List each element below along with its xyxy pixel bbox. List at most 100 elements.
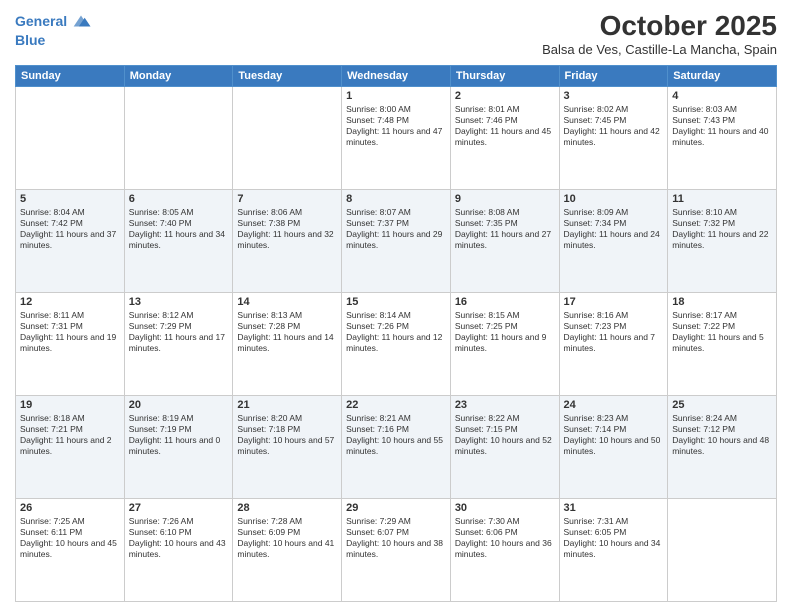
day-number: 15 <box>346 296 446 308</box>
cell-info: Sunrise: 8:18 AM Sunset: 7:21 PM Dayligh… <box>20 413 120 457</box>
calendar-cell: 22 Sunrise: 8:21 AM Sunset: 7:16 PM Dayli… <box>342 396 451 499</box>
cell-info: Sunrise: 8:01 AM Sunset: 7:46 PM Dayligh… <box>455 104 555 148</box>
day-number: 9 <box>455 193 555 205</box>
logo-text: General <box>15 13 67 30</box>
cell-info: Sunrise: 7:30 AM Sunset: 6:06 PM Dayligh… <box>455 516 555 560</box>
day-number: 30 <box>455 502 555 514</box>
location: Balsa de Ves, Castille-La Mancha, Spain <box>542 42 777 57</box>
cell-info: Sunrise: 8:13 AM Sunset: 7:28 PM Dayligh… <box>237 310 337 354</box>
calendar-cell <box>124 87 233 190</box>
day-number: 2 <box>455 90 555 102</box>
cell-info: Sunrise: 8:24 AM Sunset: 7:12 PM Dayligh… <box>672 413 772 457</box>
calendar-cell: 9 Sunrise: 8:08 AM Sunset: 7:35 PM Daylig… <box>450 190 559 293</box>
day-number: 27 <box>129 502 229 514</box>
header: General Blue October 2025 Balsa de Ves, … <box>15 10 777 57</box>
day-number: 18 <box>672 296 772 308</box>
calendar-cell: 16 Sunrise: 8:15 AM Sunset: 7:25 PM Dayli… <box>450 293 559 396</box>
cell-info: Sunrise: 8:15 AM Sunset: 7:25 PM Dayligh… <box>455 310 555 354</box>
cell-info: Sunrise: 8:10 AM Sunset: 7:32 PM Dayligh… <box>672 207 772 251</box>
calendar-cell: 12 Sunrise: 8:11 AM Sunset: 7:31 PM Dayli… <box>16 293 125 396</box>
logo: General Blue <box>15 10 92 49</box>
day-number: 22 <box>346 399 446 411</box>
cell-info: Sunrise: 8:22 AM Sunset: 7:15 PM Dayligh… <box>455 413 555 457</box>
calendar-cell: 18 Sunrise: 8:17 AM Sunset: 7:22 PM Dayli… <box>668 293 777 396</box>
cell-info: Sunrise: 7:29 AM Sunset: 6:07 PM Dayligh… <box>346 516 446 560</box>
calendar-cell: 2 Sunrise: 8:01 AM Sunset: 7:46 PM Daylig… <box>450 87 559 190</box>
cell-info: Sunrise: 7:26 AM Sunset: 6:10 PM Dayligh… <box>129 516 229 560</box>
col-thursday: Thursday <box>450 66 559 87</box>
calendar-table: Sunday Monday Tuesday Wednesday Thursday… <box>15 65 777 602</box>
cell-info: Sunrise: 8:03 AM Sunset: 7:43 PM Dayligh… <box>672 104 772 148</box>
cell-info: Sunrise: 8:11 AM Sunset: 7:31 PM Dayligh… <box>20 310 120 354</box>
day-number: 31 <box>564 502 664 514</box>
calendar-row-3: 19 Sunrise: 8:18 AM Sunset: 7:21 PM Dayli… <box>16 396 777 499</box>
day-number: 13 <box>129 296 229 308</box>
day-number: 12 <box>20 296 120 308</box>
cell-info: Sunrise: 8:12 AM Sunset: 7:29 PM Dayligh… <box>129 310 229 354</box>
calendar-cell <box>668 499 777 602</box>
calendar-cell: 23 Sunrise: 8:22 AM Sunset: 7:15 PM Dayli… <box>450 396 559 499</box>
day-number: 28 <box>237 502 337 514</box>
calendar-cell: 30 Sunrise: 7:30 AM Sunset: 6:06 PM Dayli… <box>450 499 559 602</box>
cell-info: Sunrise: 8:05 AM Sunset: 7:40 PM Dayligh… <box>129 207 229 251</box>
calendar-cell: 6 Sunrise: 8:05 AM Sunset: 7:40 PM Daylig… <box>124 190 233 293</box>
cell-info: Sunrise: 8:02 AM Sunset: 7:45 PM Dayligh… <box>564 104 664 148</box>
cell-info: Sunrise: 8:00 AM Sunset: 7:48 PM Dayligh… <box>346 104 446 148</box>
calendar-header-row: Sunday Monday Tuesday Wednesday Thursday… <box>16 66 777 87</box>
calendar-row-4: 26 Sunrise: 7:25 AM Sunset: 6:11 PM Dayli… <box>16 499 777 602</box>
day-number: 7 <box>237 193 337 205</box>
title-block: October 2025 Balsa de Ves, Castille-La M… <box>542 10 777 57</box>
col-wednesday: Wednesday <box>342 66 451 87</box>
cell-info: Sunrise: 8:07 AM Sunset: 7:37 PM Dayligh… <box>346 207 446 251</box>
day-number: 5 <box>20 193 120 205</box>
cell-info: Sunrise: 8:09 AM Sunset: 7:34 PM Dayligh… <box>564 207 664 251</box>
day-number: 4 <box>672 90 772 102</box>
col-sunday: Sunday <box>16 66 125 87</box>
day-number: 8 <box>346 193 446 205</box>
calendar-cell: 31 Sunrise: 7:31 AM Sunset: 6:05 PM Dayli… <box>559 499 668 602</box>
logo-icon <box>70 10 92 32</box>
day-number: 23 <box>455 399 555 411</box>
calendar-cell: 14 Sunrise: 8:13 AM Sunset: 7:28 PM Dayli… <box>233 293 342 396</box>
day-number: 26 <box>20 502 120 514</box>
calendar-cell: 27 Sunrise: 7:26 AM Sunset: 6:10 PM Dayli… <box>124 499 233 602</box>
cell-info: Sunrise: 7:31 AM Sunset: 6:05 PM Dayligh… <box>564 516 664 560</box>
calendar-cell: 10Sunrise: 8:09 AM Sunset: 7:34 PM Dayli… <box>559 190 668 293</box>
day-number: 21 <box>237 399 337 411</box>
day-number: 25 <box>672 399 772 411</box>
cell-info: Sunrise: 8:19 AM Sunset: 7:19 PM Dayligh… <box>129 413 229 457</box>
cell-info: Sunrise: 8:21 AM Sunset: 7:16 PM Dayligh… <box>346 413 446 457</box>
day-number: 14 <box>237 296 337 308</box>
calendar-cell: 4 Sunrise: 8:03 AM Sunset: 7:43 PM Daylig… <box>668 87 777 190</box>
day-number: 20 <box>129 399 229 411</box>
calendar-cell <box>16 87 125 190</box>
calendar-cell: 17 Sunrise: 8:16 AM Sunset: 7:23 PM Dayli… <box>559 293 668 396</box>
calendar-cell: 28Sunrise: 7:28 AM Sunset: 6:09 PM Dayli… <box>233 499 342 602</box>
day-number: 24 <box>564 399 664 411</box>
calendar-cell: 29 Sunrise: 7:29 AM Sunset: 6:07 PM Dayli… <box>342 499 451 602</box>
day-number: 17 <box>564 296 664 308</box>
calendar-row-2: 12 Sunrise: 8:11 AM Sunset: 7:31 PM Dayli… <box>16 293 777 396</box>
day-number: 19 <box>20 399 120 411</box>
cell-info: Sunrise: 8:08 AM Sunset: 7:35 PM Dayligh… <box>455 207 555 251</box>
calendar-cell: 5Sunrise: 8:04 AM Sunset: 7:42 PM Daylig… <box>16 190 125 293</box>
col-monday: Monday <box>124 66 233 87</box>
page: General Blue October 2025 Balsa de Ves, … <box>0 0 792 612</box>
calendar-cell: 26 Sunrise: 7:25 AM Sunset: 6:11 PM Dayli… <box>16 499 125 602</box>
calendar-cell: 11 Sunrise: 8:10 AM Sunset: 7:32 PM Dayli… <box>668 190 777 293</box>
calendar-cell: 21 Sunrise: 8:20 AM Sunset: 7:18 PM Dayli… <box>233 396 342 499</box>
col-friday: Friday <box>559 66 668 87</box>
day-number: 29 <box>346 502 446 514</box>
col-tuesday: Tuesday <box>233 66 342 87</box>
day-number: 6 <box>129 193 229 205</box>
cell-info: Sunrise: 8:17 AM Sunset: 7:22 PM Dayligh… <box>672 310 772 354</box>
calendar-cell: 25 Sunrise: 8:24 AM Sunset: 7:12 PM Dayli… <box>668 396 777 499</box>
day-number: 11 <box>672 193 772 205</box>
cell-info: Sunrise: 8:16 AM Sunset: 7:23 PM Dayligh… <box>564 310 664 354</box>
col-saturday: Saturday <box>668 66 777 87</box>
month-title: October 2025 <box>542 10 777 42</box>
day-number: 16 <box>455 296 555 308</box>
cell-info: Sunrise: 8:20 AM Sunset: 7:18 PM Dayligh… <box>237 413 337 457</box>
cell-info: Sunrise: 7:25 AM Sunset: 6:11 PM Dayligh… <box>20 516 120 560</box>
day-number: 3 <box>564 90 664 102</box>
